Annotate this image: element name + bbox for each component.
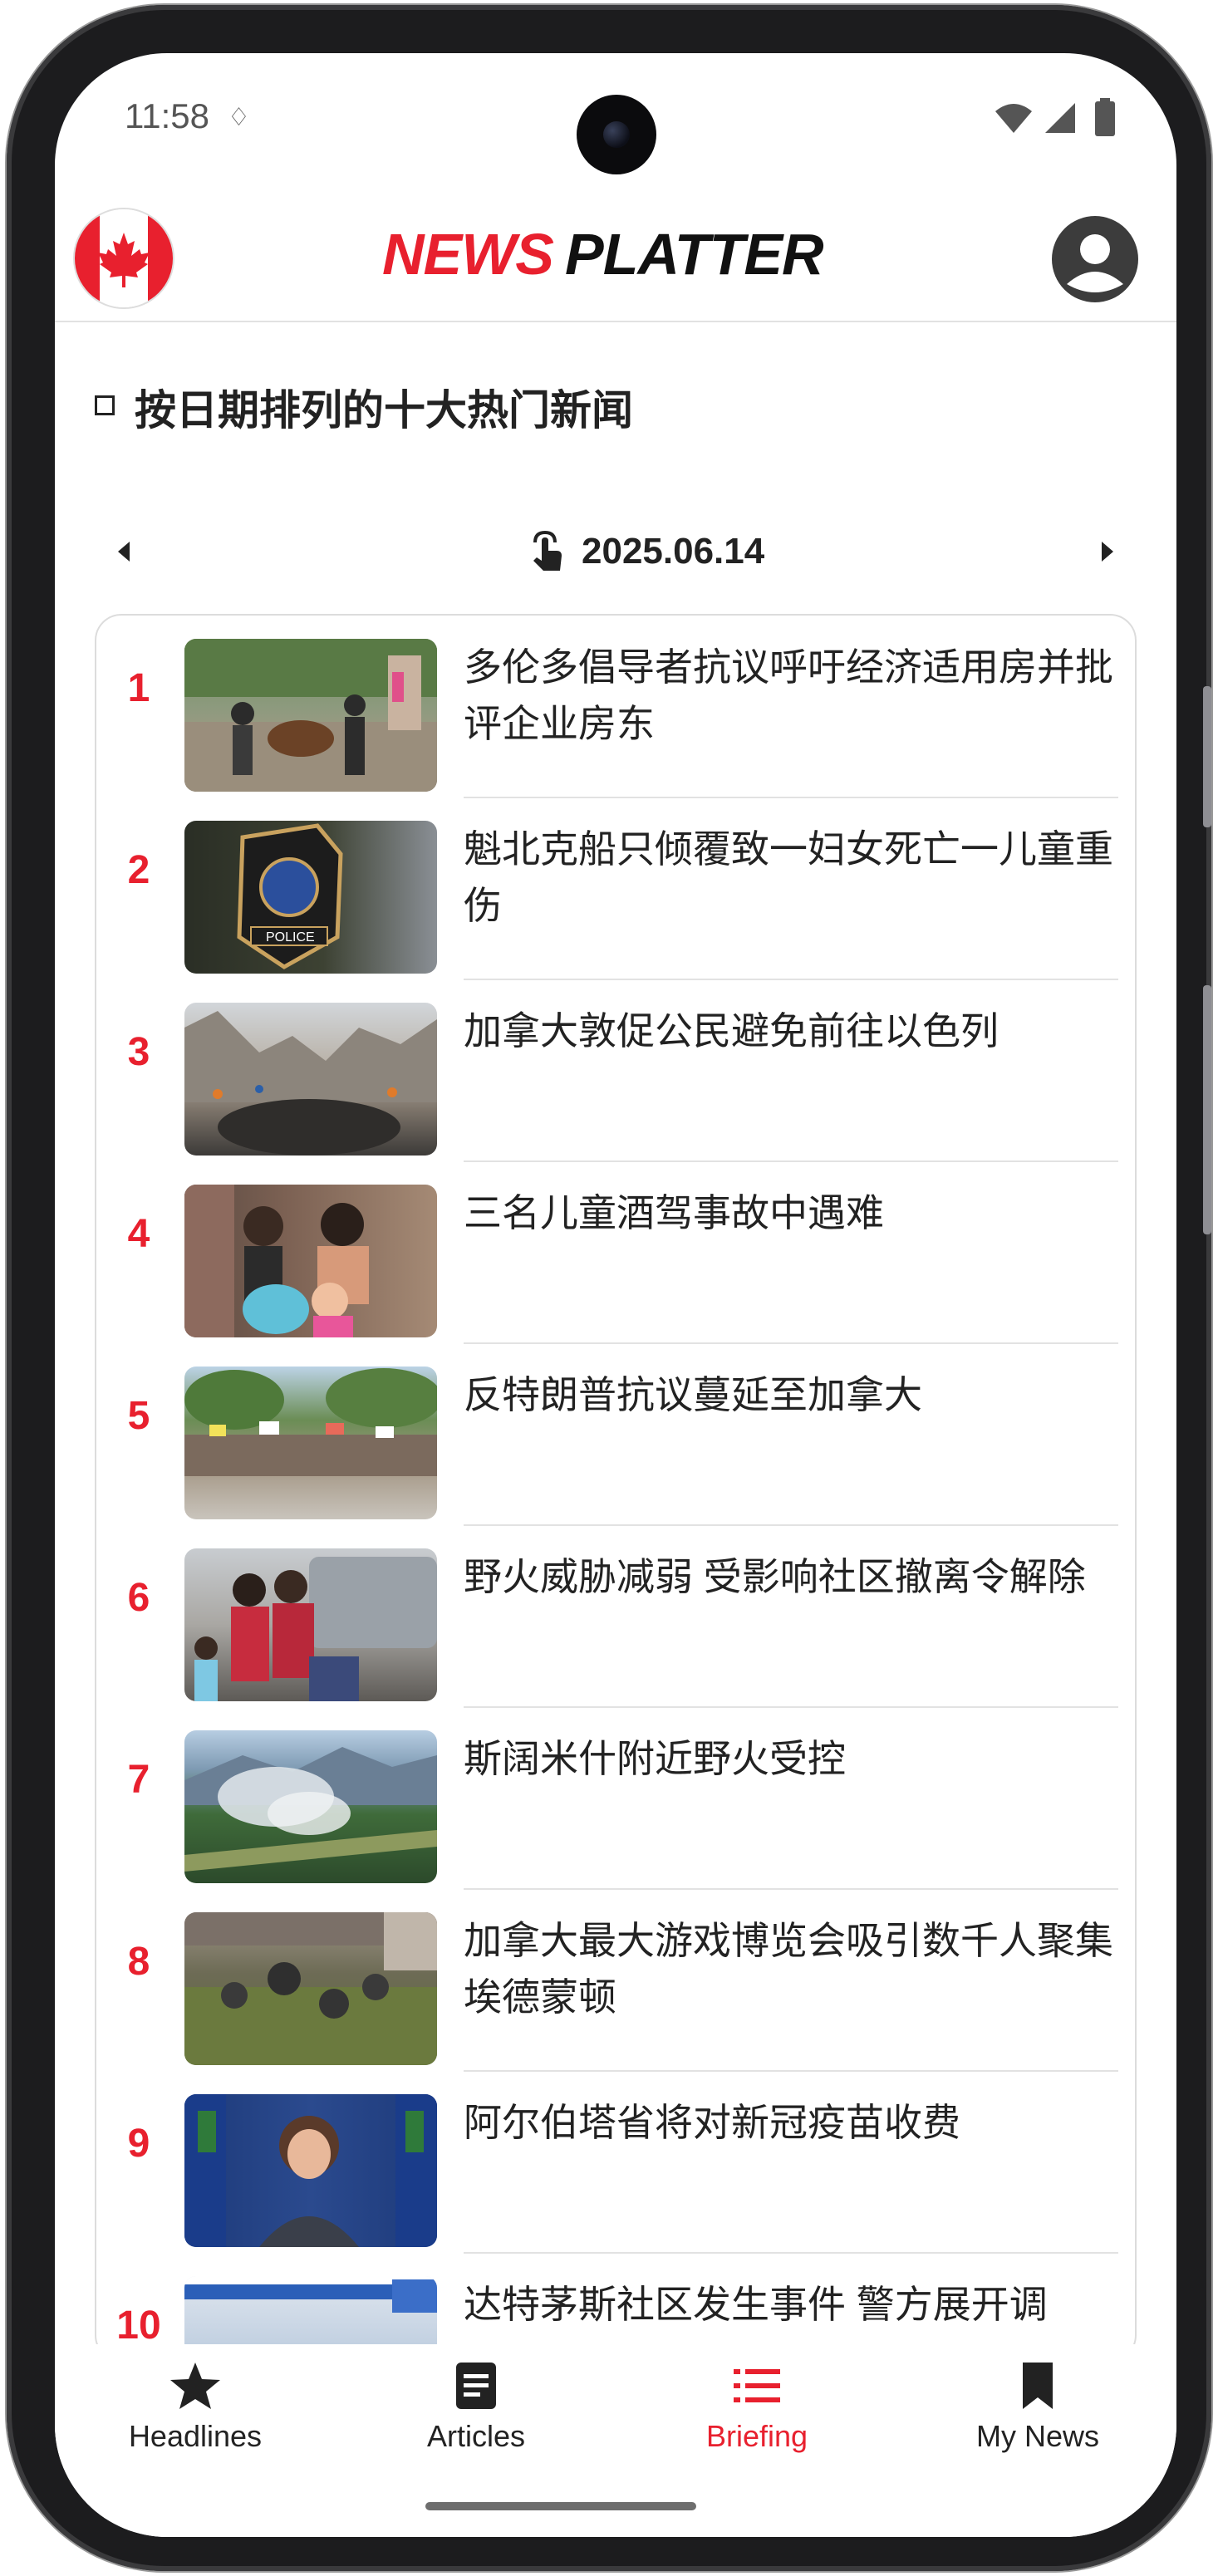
list-item[interactable]: 5 反特朗普抗议蔓延至加拿大 (96, 1343, 1135, 1526)
rank-number: 10 (116, 2304, 161, 2348)
square-bullet-icon (95, 395, 115, 415)
cellular-signal-icon (1045, 103, 1075, 133)
news-thumbnail (184, 1730, 437, 1883)
touch-tap-icon (533, 531, 562, 571)
rank-number: 6 (127, 1576, 150, 1620)
rank-number: 1 (127, 666, 150, 710)
news-headline: 三名儿童酒驾事故中遇难 (464, 1191, 884, 1234)
battery-icon (1095, 98, 1115, 136)
logo-news: NEWS (382, 222, 554, 287)
list-item[interactable]: 9 阿尔伯塔省将对新冠疫苗收费 (96, 2071, 1135, 2254)
rank-number: 5 (127, 1394, 150, 1438)
nav-label: Headlines (128, 2419, 263, 2453)
star-icon (170, 2363, 220, 2409)
status-time: 11:58 (125, 96, 209, 135)
date-navigator: 2025.06.14 (105, 520, 1127, 583)
rank-number: 7 (127, 1758, 150, 1802)
rank-number: 3 (127, 1030, 150, 1074)
nav-briefing[interactable]: Briefing (616, 2359, 897, 2475)
news-headline: 加拿大最大游戏博览会吸引数千人聚集埃德蒙顿 (464, 1919, 1113, 2019)
news-headline: 多伦多倡导者抗议呼吁经济适用房并批评企业房东 (464, 645, 1113, 745)
news-thumbnail: POLICE (184, 821, 437, 974)
front-camera (577, 95, 656, 174)
previous-date-button[interactable] (105, 532, 145, 572)
caret-right-icon (1102, 542, 1113, 562)
news-thumbnail (184, 1003, 437, 1156)
news-headline: 魁北克船只倾覆致一妇女死亡一儿童重伤 (464, 827, 1113, 927)
list-item[interactable]: 4 三名儿童酒驾事故中遇难 (96, 1161, 1135, 1344)
bookmark-icon (1023, 2363, 1053, 2409)
next-date-button[interactable] (1087, 532, 1127, 572)
logo-platter: PLATTER (565, 222, 824, 287)
list-item[interactable]: 7 斯阔米什附近野火受控 (96, 1707, 1135, 1890)
list-icon (734, 2369, 780, 2402)
rank-number: 8 (127, 1940, 150, 1984)
rank-number: 9 (127, 2122, 150, 2166)
screen: 11:58 ♢ NEWS PLATTER 按日期排列的十大热门新闻 2025.0… (55, 53, 1176, 2537)
vpn-key-icon: ♢ (228, 104, 250, 131)
news-headline: 达特茅斯社区发生事件 警方展开调 (464, 2283, 1048, 2326)
side-button (1203, 686, 1211, 827)
selected-date: 2025.06.14 (582, 531, 765, 572)
section-title: 按日期排列的十大热门新闻 (135, 387, 633, 434)
list-item[interactable]: 3 加拿大敦促公民避免前往以色列 (96, 979, 1135, 1162)
news-headline: 反特朗普抗议蔓延至加拿大 (464, 1373, 922, 1416)
nav-articles[interactable]: Articles (336, 2359, 616, 2475)
news-headline: 斯阔米什附近野火受控 (464, 1737, 846, 1780)
news-headline: 阿尔伯塔省将对新冠疫苗收费 (464, 2101, 960, 2144)
home-indicator[interactable] (425, 2502, 696, 2510)
nav-label: Articles (426, 2419, 526, 2453)
news-thumbnail (184, 1912, 437, 2065)
news-headline: 加拿大敦促公民避免前往以色列 (464, 1009, 999, 1052)
app-header: NEWS PLATTER (55, 203, 1176, 322)
svg-text:POLICE: POLICE (266, 930, 315, 945)
status-bar: 11:58 ♢ (55, 53, 1176, 174)
rank-number: 4 (127, 1212, 150, 1256)
canada-flag-icon[interactable] (75, 209, 173, 307)
caret-left-icon (118, 542, 130, 562)
nav-label: Briefing (705, 2419, 808, 2453)
phone-frame: 11:58 ♢ NEWS PLATTER 按日期排列的十大热门新闻 2025.0… (7, 5, 1211, 2571)
news-headline: 野火威胁减弱 受影响社区撤离令解除 (464, 1555, 1086, 1598)
news-thumbnail (184, 1367, 437, 1519)
section-header: 按日期排列的十大热门新闻 (95, 377, 1133, 435)
news-thumbnail (184, 1548, 437, 1701)
wifi-icon (995, 104, 1032, 133)
status-icons (994, 96, 1152, 138)
article-icon (456, 2363, 496, 2409)
date-picker-button[interactable]: 2025.06.14 (528, 520, 764, 583)
news-thumbnail (184, 2094, 437, 2247)
list-item[interactable]: 8 加拿大最大游戏博览会吸引数千人聚集埃德蒙顿 (96, 1889, 1135, 2072)
account-circle-icon[interactable] (1049, 213, 1142, 306)
news-thumbnail (184, 639, 437, 792)
top-news-list: 1 多伦多倡导者抗议呼吁经济适用房并批评企业房东 2 POLICE 魁北克船只倾… (95, 614, 1137, 2362)
app-logo: NEWS PLATTER (382, 221, 824, 287)
nav-label: My News (975, 2419, 1099, 2453)
list-item[interactable]: 2 POLICE 魁北克船只倾覆致一妇女死亡一儿童重伤 (96, 797, 1135, 980)
news-thumbnail (184, 1185, 437, 1337)
list-item[interactable]: 1 多伦多倡导者抗议呼吁经济适用房并批评企业房东 (96, 616, 1135, 798)
nav-my-news[interactable]: My News (897, 2359, 1176, 2475)
nav-headlines[interactable]: Headlines (55, 2359, 336, 2475)
rank-number: 2 (127, 848, 150, 892)
list-item[interactable]: 6 野火威胁减弱 受影响社区撤离令解除 (96, 1525, 1135, 1708)
side-button (1203, 985, 1211, 1234)
